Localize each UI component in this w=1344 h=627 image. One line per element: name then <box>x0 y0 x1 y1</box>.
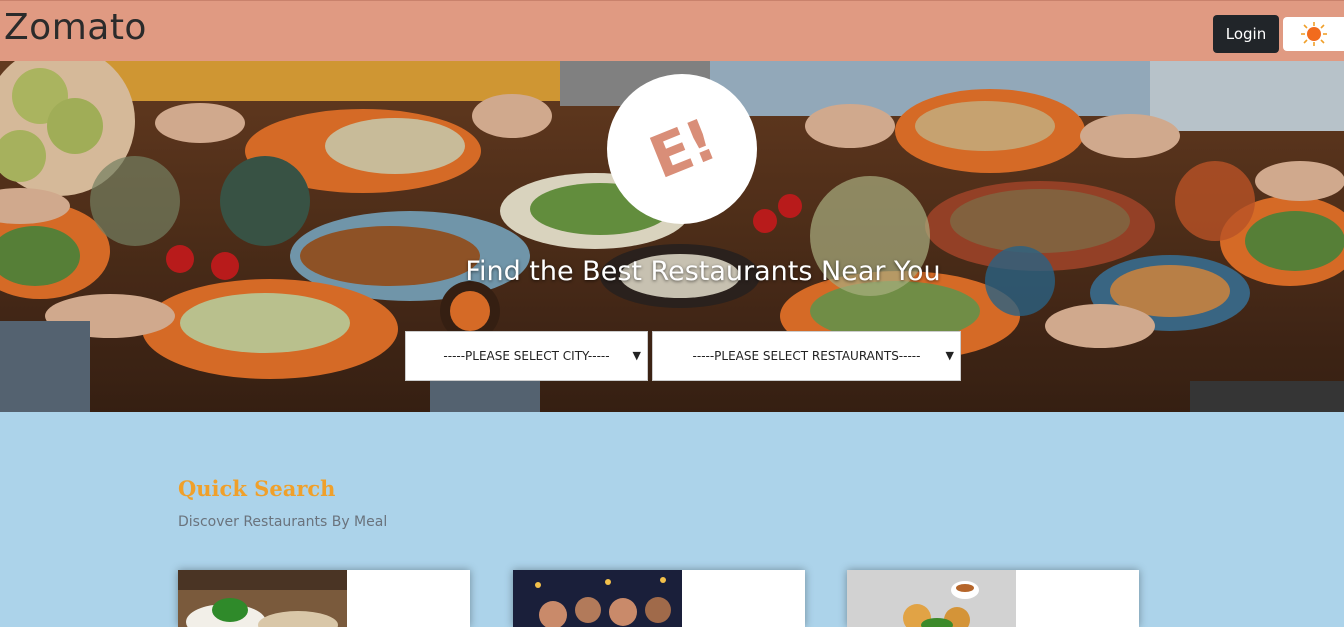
city-select-value: -----PLEASE SELECT CITY----- <box>443 349 610 363</box>
app-logo-badge: E! <box>607 74 757 224</box>
meal-image-rice-bowl <box>178 570 347 627</box>
meal-image-nightlife <box>513 570 682 627</box>
meal-card[interactable] <box>513 570 805 627</box>
chevron-down-icon: ▼ <box>632 349 641 362</box>
theme-toggle-button[interactable] <box>1283 17 1344 51</box>
quick-search-subtitle: Discover Restaurants By Meal <box>178 514 388 530</box>
top-navbar: Zomato Login <box>0 0 1344 61</box>
restaurant-select[interactable]: -----PLEASE SELECT RESTAURANTS----- ▼ <box>652 331 961 381</box>
logo-text: E! <box>640 105 724 193</box>
hero-banner: E! Find the Best Restaurants Near You --… <box>0 61 1344 412</box>
city-select[interactable]: -----PLEASE SELECT CITY----- ▼ <box>405 331 648 381</box>
restaurant-select-value: -----PLEASE SELECT RESTAURANTS----- <box>692 349 921 363</box>
sun-icon <box>1300 22 1327 46</box>
meal-card[interactable] <box>847 570 1139 627</box>
brand-logo-text[interactable]: Zomato <box>4 7 147 48</box>
meal-image-breakfast <box>847 570 1016 627</box>
meal-card[interactable] <box>178 570 470 627</box>
login-button[interactable]: Login <box>1213 15 1279 53</box>
quick-search-title: Quick Search <box>178 476 336 501</box>
chevron-down-icon: ▼ <box>945 349 954 362</box>
hero-title: Find the Best Restaurants Near You <box>465 256 941 287</box>
